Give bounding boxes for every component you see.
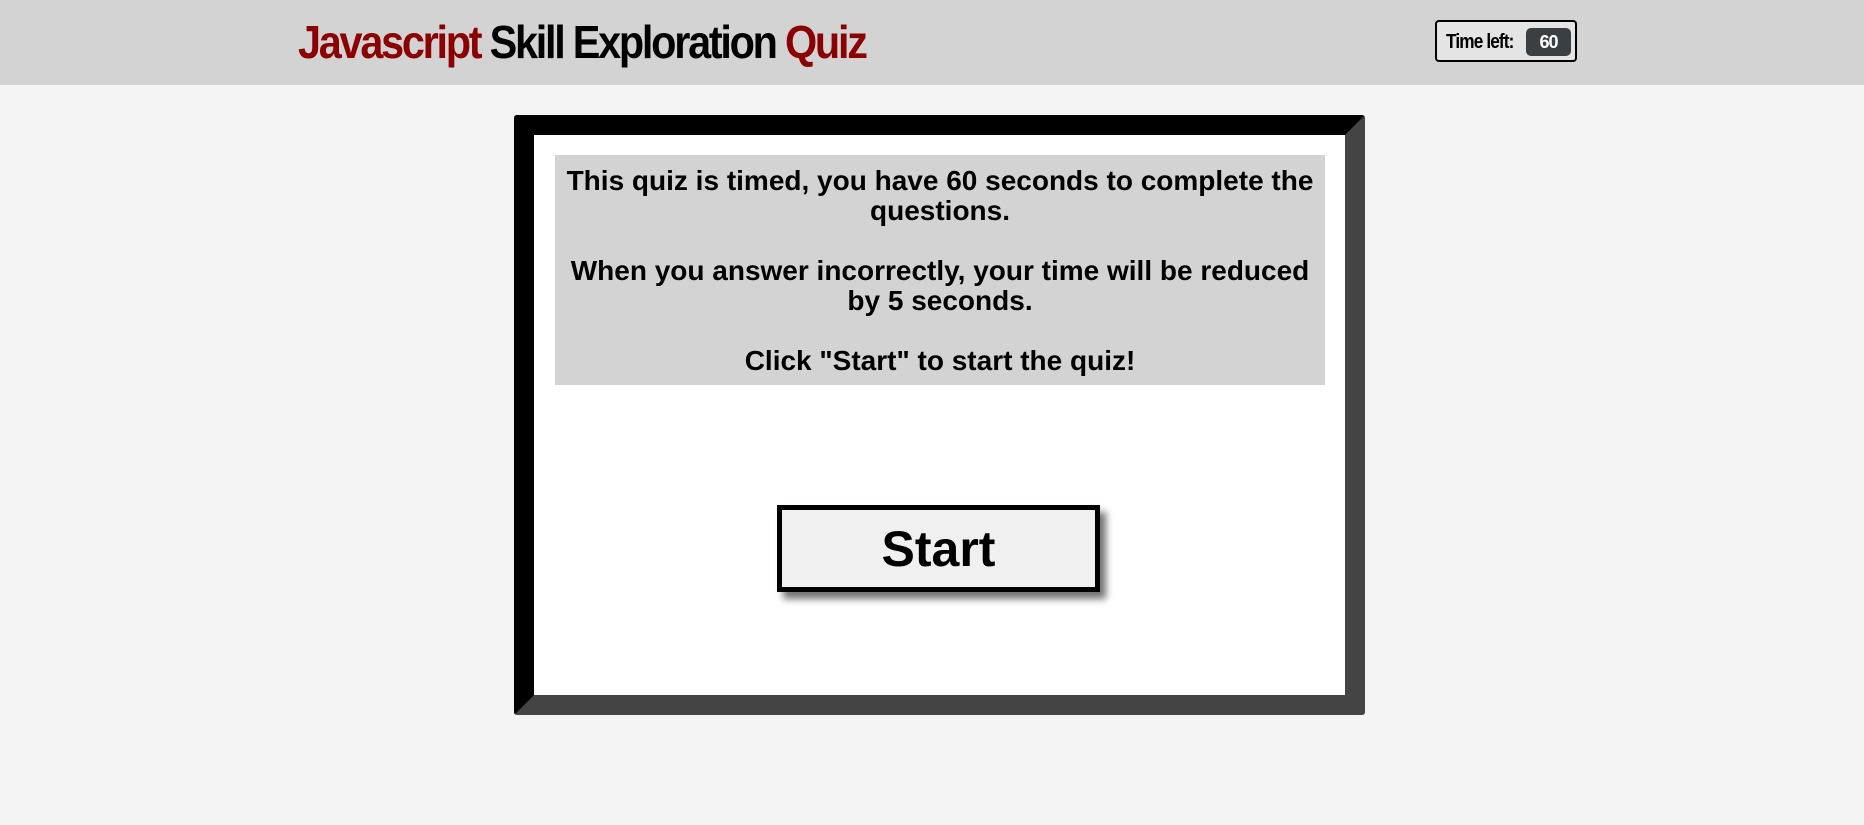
instructions-timed-text: This quiz is timed, you have 60 seconds … <box>566 165 1314 226</box>
page-title: Javascript Skill Exploration Quiz <box>298 14 868 70</box>
title-javascript: Javascript <box>298 16 483 68</box>
timer-value: 60 <box>1526 28 1571 56</box>
instructions-start-text: Click "Start" to start the quiz! <box>744 345 1136 376</box>
instructions-penalty-text: When you answer incorrectly, your time w… <box>570 255 1310 316</box>
title-skill-exploration: Skill Exploration <box>489 16 778 68</box>
instructions-panel: This quiz is timed, you have 60 seconds … <box>555 155 1325 385</box>
header-bar: Javascript Skill Exploration Quiz Time l… <box>0 0 1864 85</box>
title-quiz: Quiz <box>784 16 868 68</box>
timer: Time left: 60 <box>1435 20 1577 62</box>
timer-label: Time left: <box>1446 31 1514 53</box>
start-button[interactable]: Start <box>777 505 1100 592</box>
